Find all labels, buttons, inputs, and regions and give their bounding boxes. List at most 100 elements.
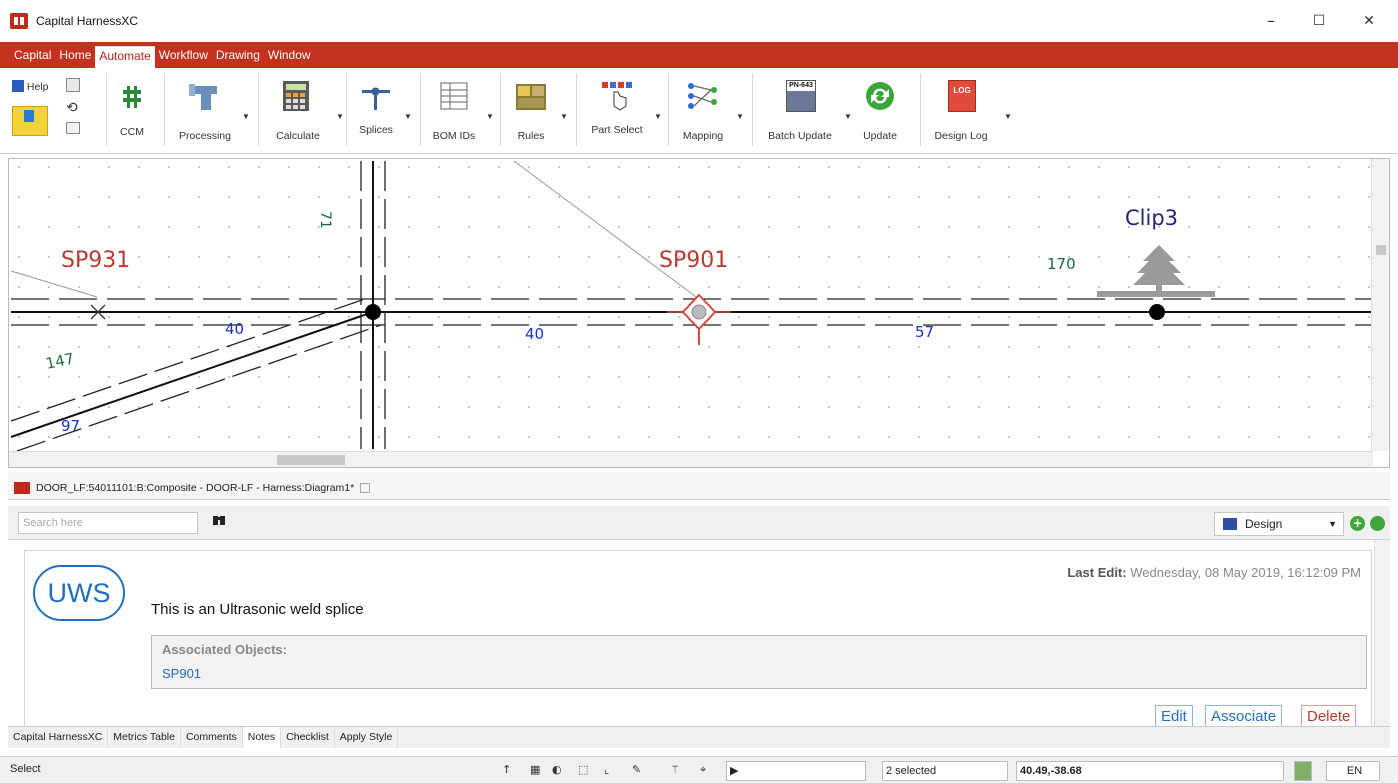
user-status-icon[interactable] [1294, 761, 1312, 781]
circle-tool-icon[interactable]: ◐ [552, 763, 562, 776]
document-tab[interactable]: DOOR_LF:54011101:B:Composite - DOOR-LF -… [14, 478, 371, 498]
select-box-tool-icon[interactable]: ⬚ [578, 763, 588, 776]
dimension-40-label-mid: 40 [525, 325, 544, 343]
document-tab-bar: DOOR_LF:54011101:B:Composite - DOOR-LF -… [8, 472, 1390, 500]
search-input[interactable] [18, 512, 198, 534]
part-select-button[interactable]: Part Select ▼ [582, 74, 662, 148]
last-edit-info: Last Edit: Wednesday, 08 May 2019, 16:12… [1067, 565, 1361, 580]
dimension-71-label: 71 [317, 211, 333, 229]
tab-close-icon[interactable] [360, 483, 371, 493]
bom-ids-button[interactable]: BOM IDs ▼ [426, 74, 494, 148]
notes-vertical-scrollbar[interactable] [1374, 540, 1390, 726]
splice-icon [362, 87, 390, 110]
help-button[interactable]: Help [12, 80, 62, 96]
ribbon-separator [106, 74, 107, 146]
associated-object-link[interactable]: SP901 [162, 666, 201, 681]
notes-panel: UWS Last Edit: Wednesday, 08 May 2019, 1… [8, 540, 1390, 729]
menu-tab-window[interactable]: Window [264, 46, 315, 68]
note-card: UWS Last Edit: Wednesday, 08 May 2019, 1… [24, 550, 1372, 729]
canvas-horizontal-scrollbar[interactable] [9, 451, 1373, 467]
preview-icon[interactable] [66, 122, 80, 134]
tab-apply-style[interactable]: Apply Style [335, 727, 399, 748]
app-logo-icon [10, 13, 28, 29]
scroll-thumb[interactable] [1376, 245, 1386, 255]
associated-objects-label: Associated Objects: [162, 642, 287, 657]
refresh-notes-icon[interactable] [1370, 516, 1385, 531]
table-icon [440, 82, 468, 110]
tab-metrics-table[interactable]: Metrics Table [108, 727, 181, 748]
pointer-tool-icon[interactable]: ↑ [502, 763, 511, 776]
corner-tool-icon[interactable]: ⌞ [604, 763, 609, 776]
menu-tab-drawing[interactable]: Drawing [212, 46, 264, 68]
language-indicator[interactable]: EN [1326, 761, 1380, 781]
add-note-button[interactable]: + [1350, 516, 1365, 531]
sp901-label[interactable]: SP901 [659, 248, 728, 273]
mapping-icon [688, 83, 717, 109]
ribbon-separator [668, 74, 669, 146]
grid-tool-icon[interactable]: ▦ [530, 763, 540, 776]
dimension-40-label-left: 40 [225, 320, 244, 338]
undo-icon[interactable]: ⟲ [66, 100, 78, 116]
pen-tool-icon[interactable]: ✎ [632, 763, 641, 776]
last-edit-value: Wednesday, 08 May 2019, 16:12:09 PM [1130, 565, 1361, 580]
cursor-coordinates: 40.49,-38.68 [1016, 761, 1284, 781]
rules-button[interactable]: Rules ▼ [506, 74, 568, 148]
design-log-button[interactable]: LOG Design Log ▼ [926, 74, 1012, 148]
junction-node[interactable] [365, 304, 381, 320]
dropdown-arrow-icon: ▼ [1004, 112, 1012, 121]
play-control[interactable]: ▶ [726, 761, 866, 781]
crosshair-tool-icon[interactable]: ⌖ [700, 763, 706, 777]
associated-objects-box: Associated Objects: SP901 [151, 635, 1367, 689]
binoculars-search-icon[interactable] [212, 514, 226, 529]
ribbon-separator [500, 74, 501, 146]
sp931-label[interactable]: SP931 [61, 248, 130, 273]
design-color-swatch [1223, 518, 1237, 530]
ccm-button[interactable]: CCM [112, 74, 152, 148]
author-avatar: UWS [33, 565, 125, 621]
clip3-label[interactable]: Clip3 [1125, 206, 1178, 230]
print-icon[interactable] [66, 78, 80, 92]
document-tab-label: DOOR_LF:54011101:B:Composite - DOOR-LF -… [36, 482, 355, 494]
diagram-canvas[interactable]: SP931 SP901 Clip3 71 170 40 40 57 147 97 [8, 158, 1390, 468]
dropdown-arrow-icon: ▼ [404, 112, 412, 121]
design-dropdown[interactable]: Design ▼ [1214, 512, 1344, 536]
menu-tab-workflow[interactable]: Workflow [155, 46, 212, 68]
title-bar: Capital HarnessXC – ☐ ✕ [0, 0, 1398, 42]
processing-icon [189, 84, 217, 110]
processing-button[interactable]: Processing ▼ [170, 74, 250, 148]
mapping-button[interactable]: Mapping ▼ [674, 74, 744, 148]
tab-notes[interactable]: Notes [242, 727, 282, 748]
wand-tool-icon[interactable]: ⚚ [670, 763, 680, 776]
calculate-button[interactable]: Calculate ▼ [264, 74, 344, 148]
tab-capital-harnessxc[interactable]: Capital HarnessXC [8, 727, 109, 748]
note-body: This is an Ultrasonic weld splice [151, 601, 364, 618]
part-select-icon [602, 82, 632, 111]
diagram-svg[interactable]: SP931 SP901 Clip3 71 170 40 40 57 147 97 [9, 159, 1373, 451]
splices-button[interactable]: Splices ▼ [350, 74, 412, 148]
log-icon: LOG [948, 80, 976, 112]
batch-update-button[interactable]: PN-643 Batch Update ▼ [758, 74, 852, 148]
canvas-vertical-scrollbar[interactable] [1371, 159, 1389, 451]
tab-checklist[interactable]: Checklist [281, 727, 335, 748]
dropdown-arrow-icon: ▼ [736, 112, 744, 121]
scroll-thumb[interactable] [277, 455, 345, 465]
menu-tab-automate[interactable]: Automate [95, 46, 155, 68]
dropdown-arrow-icon: ▼ [486, 112, 494, 121]
diagram-icon [14, 482, 30, 494]
design-dropdown-value: Design [1245, 517, 1283, 531]
ribbon-separator [752, 74, 753, 146]
close-button[interactable]: ✕ [1354, 10, 1384, 32]
tab-comments[interactable]: Comments [181, 727, 243, 748]
dimension-97-label: 97 [61, 417, 80, 435]
window-title: Capital HarnessXC [36, 14, 139, 28]
dropdown-arrow-icon: ▼ [654, 112, 662, 121]
dropdown-arrow-icon: ▼ [560, 112, 568, 121]
minimize-button[interactable]: – [1256, 10, 1286, 32]
download-arrow-icon [24, 110, 34, 122]
maximize-button[interactable]: ☐ [1304, 10, 1334, 32]
status-mode: Select [10, 763, 41, 775]
menu-tab-home[interactable]: Home [55, 46, 95, 68]
menu-tab-capital[interactable]: Capital [10, 46, 55, 68]
update-button[interactable]: Update [854, 74, 906, 148]
dropdown-arrow-icon: ▼ [242, 112, 250, 121]
